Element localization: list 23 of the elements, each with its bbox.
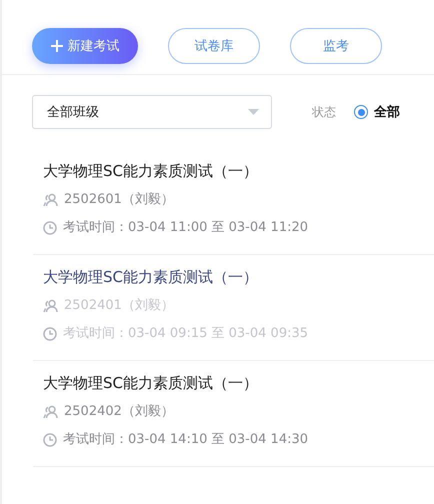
exam-title[interactable]: 大学物理SC能力素质测试（一） bbox=[43, 267, 434, 287]
exam-time: 考试时间：03-04 09:15 至 03-04 09:35 bbox=[63, 325, 308, 343]
clock-icon bbox=[43, 433, 57, 447]
people-icon bbox=[43, 405, 58, 419]
status-radio[interactable]: 全部 bbox=[354, 103, 400, 121]
exam-class: 2502401（刘毅） bbox=[64, 297, 174, 315]
dropdown-caret-icon bbox=[248, 109, 259, 115]
exam-time: 考试时间：03-04 14:10 至 03-04 14:30 bbox=[63, 431, 308, 449]
exam-time: 考试时间：03-04 11:00 至 03-04 11:20 bbox=[63, 219, 308, 237]
exam-class: 2502402（刘毅） bbox=[64, 403, 174, 421]
class-select[interactable]: 全部班级 bbox=[32, 95, 272, 129]
exam-title[interactable]: 大学物理SC能力素质测试（一） bbox=[43, 161, 434, 181]
clock-icon bbox=[43, 221, 57, 235]
new-exam-button[interactable]: 新建考试 bbox=[32, 28, 138, 64]
clock-icon bbox=[43, 327, 57, 341]
status-label: 状态 bbox=[312, 104, 336, 120]
exam-class: 2502601（刘毅） bbox=[64, 191, 174, 209]
people-icon bbox=[43, 193, 58, 207]
people-icon bbox=[43, 299, 58, 313]
radio-indicator[interactable] bbox=[354, 105, 368, 119]
exam-title[interactable]: 大学物理SC能力素质测试（一） bbox=[43, 373, 434, 393]
radio-label: 全部 bbox=[374, 104, 400, 121]
plus-icon bbox=[50, 40, 62, 52]
